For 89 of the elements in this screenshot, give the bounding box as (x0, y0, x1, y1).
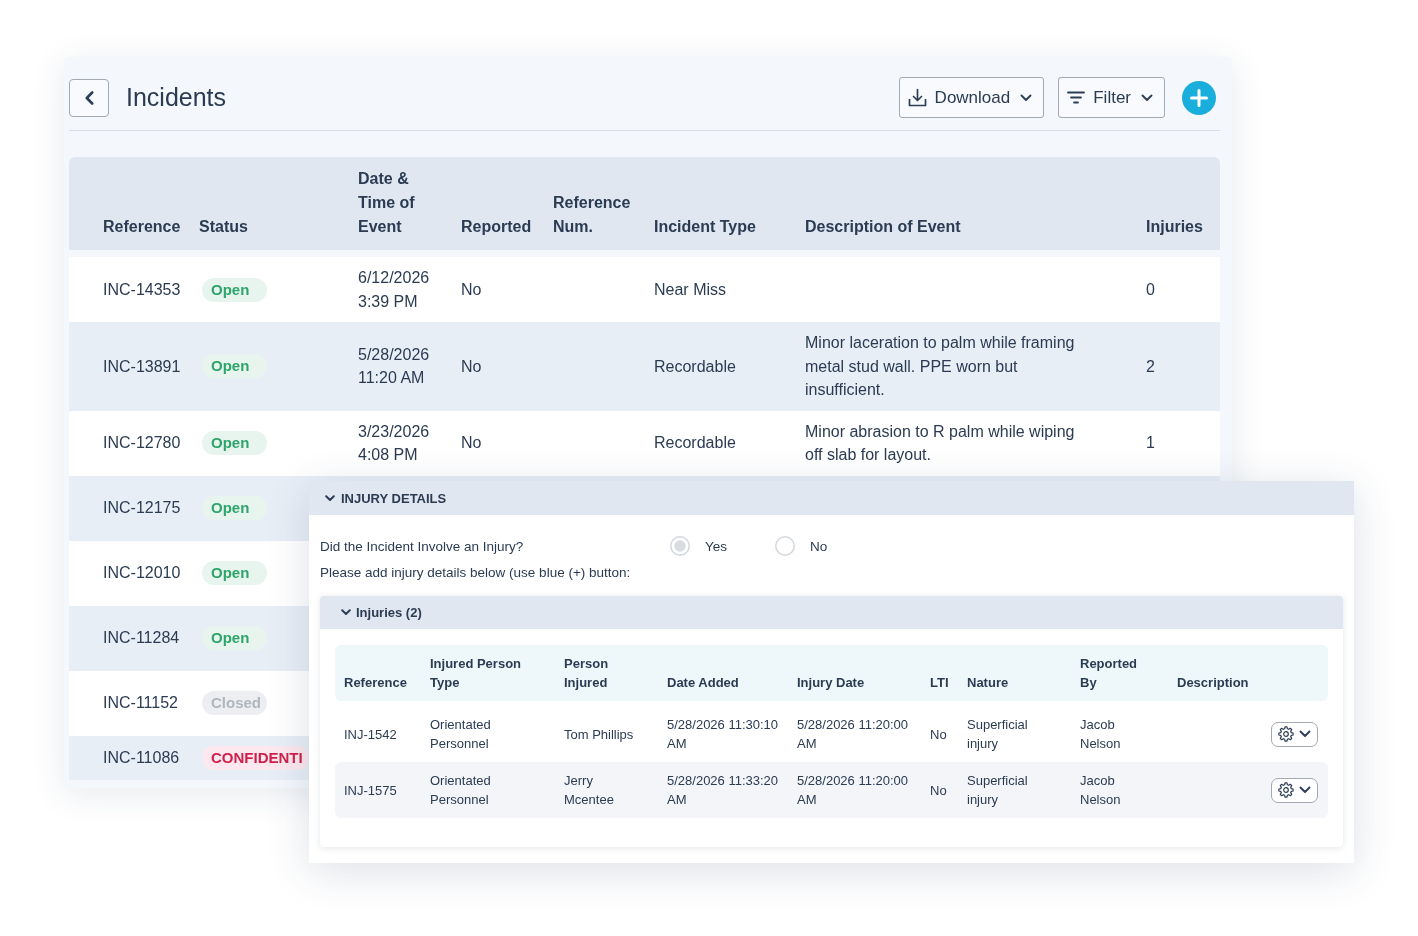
column-header: Date Added (667, 674, 740, 692)
section-title: INJURY DETAILS (341, 490, 447, 506)
back-button[interactable] (69, 78, 109, 117)
table-cell-text: Superficial injury (967, 772, 1029, 809)
download-icon (907, 88, 927, 107)
status-badge: Open (202, 496, 267, 520)
column-header: LTI (930, 674, 950, 692)
table-cell-text: INJ-1542 (344, 725, 398, 744)
column-header: Reported (461, 217, 533, 237)
table-cell-text: No (461, 356, 483, 377)
row-actions-button[interactable] (1271, 777, 1318, 803)
table-cell-text: 1 (1146, 433, 1156, 454)
instruction-text: Please add injury details below (use blue (+) button: (320, 564, 632, 582)
status-badge: Open (202, 626, 267, 650)
table-cell-text: Recordable (654, 433, 737, 454)
table-cell-text: No (461, 279, 483, 300)
column-header: Injuries (1146, 217, 1204, 237)
plus-icon (1190, 88, 1208, 107)
table-cell-text: INJ-1575 (344, 781, 398, 800)
row-actions-button[interactable] (1271, 721, 1318, 747)
status-badge: Open (202, 431, 267, 455)
table-cell-text: Jerry Mcentee (564, 772, 615, 809)
page-title: Incidents (126, 83, 227, 112)
table-cell-text: INC-11152 (103, 693, 179, 714)
add-button[interactable] (1182, 80, 1216, 115)
column-header: Description of Event (805, 217, 962, 237)
question-label: Did the Incident Involve an Injury? (320, 538, 525, 554)
table-cell-text: 2 (1146, 356, 1156, 377)
download-button[interactable]: Download (898, 77, 1045, 118)
table-cell-text: 5/28/2026 11:20:00 AM (797, 772, 910, 809)
table-cell-text: Minor abrasion to R palm while wiping off slab for layout. (805, 421, 1076, 465)
table-cell-text: Near Miss (654, 279, 727, 300)
column-header: Injury Date (797, 674, 866, 692)
column-header: Date & Time of Event (358, 169, 416, 237)
chevron-left-icon (84, 90, 94, 105)
status-badge: Open (202, 354, 267, 379)
radio-label: Yes (705, 538, 728, 554)
filter-button[interactable]: Filter (1058, 77, 1165, 118)
table-cell-text: Tom Phillips (564, 725, 635, 744)
table-cell-text: Minor laceration to palm while framing metal stud wall. PPE worn but insufficient. (805, 333, 1076, 400)
table-cell-text: 5/28/2026 11:20 AM (358, 344, 431, 389)
column-header: Injured Person Type (430, 655, 523, 692)
filter-icon (1067, 91, 1086, 104)
table-cell-text: Superficial injury (967, 716, 1029, 753)
table-cell-text: No (461, 433, 483, 454)
status-badge: Closed (202, 691, 267, 715)
column-header: Reference (344, 674, 408, 692)
status-badge: Open (202, 277, 267, 302)
section-header[interactable]: INJURY DETAILS (309, 481, 1354, 515)
status-badge: Open (202, 561, 267, 585)
column-header: Status (199, 217, 249, 237)
table-cell-text: INC-11284 (103, 628, 181, 649)
table-cell-text: No (930, 781, 948, 800)
column-header: Incident Type (654, 217, 757, 237)
caret-icon (1299, 786, 1311, 794)
table-cell-text: 5/28/2026 11:20:00 AM (797, 716, 910, 753)
table-cell-text: 5/28/2026 11:30:10 AM (667, 716, 780, 753)
column-header: Person Injured (564, 655, 610, 692)
table-cell-text: 3/23/2026 4:08 PM (358, 421, 431, 465)
table-cell-text: INC-11086 (103, 747, 181, 768)
table-cell-text: INC-12010 (103, 563, 182, 584)
table-cell-text: Orientated Personnel (430, 772, 492, 809)
column-header: Reported By (1080, 655, 1139, 692)
section-title: Injuries (2) (356, 605, 422, 620)
table-cell-text: No (930, 725, 948, 744)
table-cell-text: INC-13891 (103, 356, 182, 377)
radio-label: No (810, 538, 828, 554)
column-header: Nature (967, 674, 1010, 692)
table-cell-text: INC-14353 (103, 279, 182, 300)
section-header[interactable]: Injuries (2) (320, 596, 1343, 629)
table-cell-text: Jacob Nelson (1080, 716, 1122, 753)
table-cell-text: Recordable (654, 356, 737, 377)
column-header: Reference Num. (553, 193, 632, 237)
caret-icon (1141, 93, 1153, 102)
gear-icon (1278, 726, 1294, 742)
table-cell-text: 0 (1146, 279, 1156, 300)
column-header: Reference (103, 217, 182, 237)
table-cell-text: Jacob Nelson (1080, 772, 1122, 809)
status-badge: CONFIDENTI (202, 745, 309, 770)
table-cell-text: 6/12/2026 3:39 PM (358, 268, 431, 312)
caret-icon (1020, 93, 1033, 102)
table-cell-text: Orientated Personnel (430, 716, 492, 753)
gear-icon (1278, 782, 1294, 798)
table-row[interactable]: INJ-1575 Orientated Personnel Jerry Mcentee 5/28/2026 11:33:20 AM 5/28/2026 11:20:00 AM No Superficial injury Jacob Nelson (335, 762, 1328, 818)
caret-icon (1299, 730, 1311, 738)
table-cell-text: INC-12175 (103, 498, 182, 519)
table-cell-text: 5/28/2026 11:33:20 AM (667, 772, 780, 809)
table-cell-text: INC-12780 (103, 433, 182, 454)
column-header: Description (1177, 674, 1250, 692)
